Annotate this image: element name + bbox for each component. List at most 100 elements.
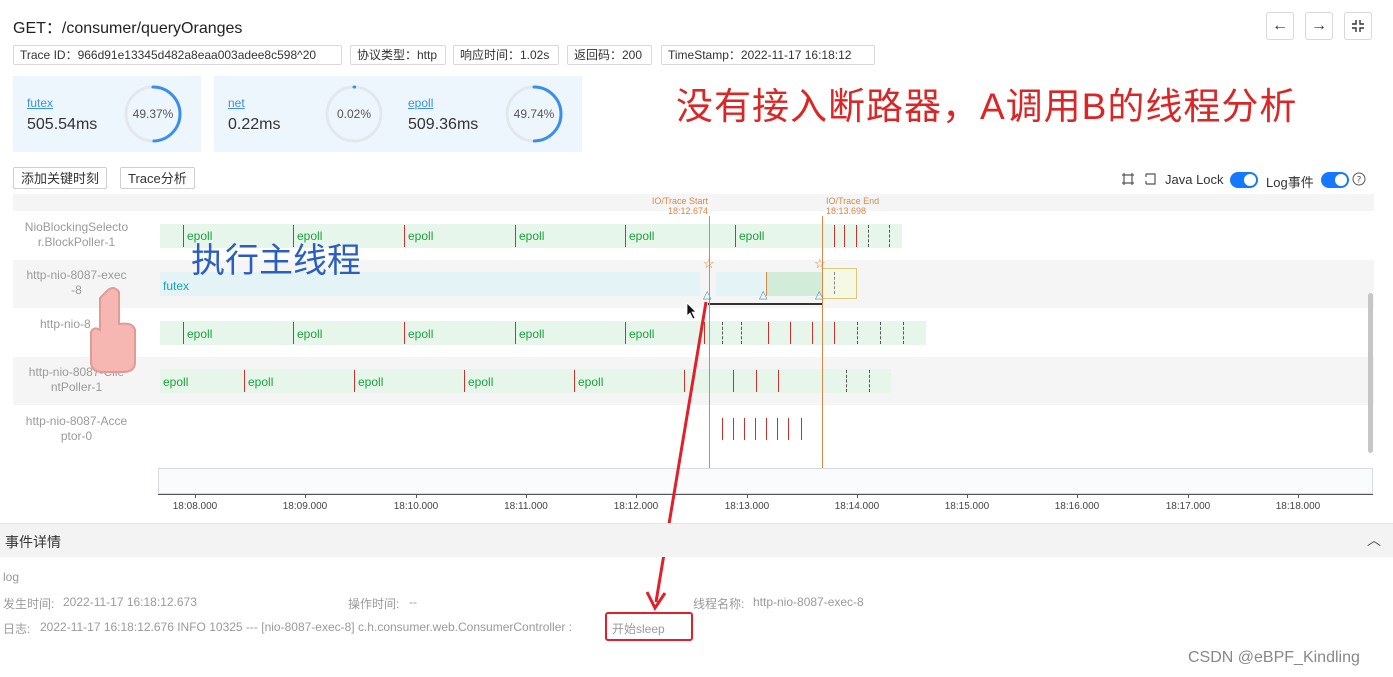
triangle-icon[interactable]: △ [759, 288, 767, 301]
trace-end-line [822, 216, 823, 493]
epoll-label: epoll [163, 375, 189, 389]
chevron-up-icon[interactable]: ︿ [1367, 530, 1381, 550]
event-tick [903, 322, 904, 344]
metric-value: 0.22ms [228, 116, 281, 133]
metric-label[interactable]: net [228, 96, 245, 110]
event-tick [574, 370, 575, 392]
metric-percent: 49.37% [132, 107, 174, 121]
axis-tick [967, 494, 968, 498]
log-event-box[interactable] [822, 268, 857, 299]
epoll-label: epoll [408, 229, 434, 243]
epoll-label: epoll [248, 375, 274, 389]
axis-tick-label: 18:14.000 [834, 501, 880, 512]
java-lock-toggle[interactable] [1230, 172, 1258, 188]
event-tick [464, 370, 465, 392]
event-tick [778, 370, 779, 392]
epoll-label: epoll [519, 229, 545, 243]
event-tick [515, 225, 516, 247]
red-arrow-annotation [645, 301, 708, 611]
event-tick [744, 418, 745, 440]
event-tick [722, 418, 723, 440]
event-tick [625, 225, 626, 247]
axis-tick-label: 18:08.000 [172, 501, 218, 512]
event-tick [869, 370, 870, 392]
forward-button[interactable]: → [1305, 12, 1333, 40]
axis-tick-label: 18:15.000 [944, 501, 990, 512]
event-tick [404, 225, 405, 247]
key-moment-span [708, 303, 822, 305]
event-tick [889, 225, 890, 247]
epoll-label: epoll [358, 375, 384, 389]
reset-view-icon[interactable] [1143, 172, 1157, 186]
epoll-label: epoll [468, 375, 494, 389]
compress-icon [1352, 20, 1364, 32]
axis-tick [747, 494, 748, 498]
event-tick [733, 370, 734, 392]
occur-time-label: 发生时间: [3, 597, 55, 611]
futex-label: futex [163, 279, 190, 293]
metric-percent: 49.74% [513, 107, 555, 121]
back-button[interactable]: ← [1266, 12, 1294, 40]
thread-name-label: 线程名称: [693, 597, 745, 611]
epoll-label: epoll [187, 327, 213, 341]
fit-view-icon[interactable] [1121, 172, 1135, 186]
axis-tick [857, 494, 858, 498]
event-tick [790, 322, 791, 344]
events-panel-header[interactable]: 事件详情 ︿ [0, 523, 1393, 557]
event-tick [834, 272, 835, 294]
metric-card-epoll: epoll 509.36ms 49.74% [394, 76, 582, 152]
axis-tick-label: 18:18.000 [1275, 501, 1321, 512]
op-time-label: 操作时间: [348, 597, 400, 611]
trace-start-marker: IO/Trace Start 18:12.674 [651, 196, 708, 216]
pointer-hand-icon [90, 287, 136, 373]
epoll-label: epoll [297, 327, 323, 341]
exit-fullscreen-button[interactable] [1344, 12, 1372, 40]
event-tick [735, 225, 736, 247]
metric-value: 505.54ms [27, 116, 98, 133]
timeline-scrollbar[interactable] [1368, 293, 1373, 453]
protocol-tag: 协议类型：http [350, 45, 446, 65]
metric-label[interactable]: epoll [408, 96, 433, 110]
epoll-label: epoll [739, 229, 765, 243]
axis-tick-label: 18:16.000 [1054, 501, 1100, 512]
axis-tick-label: 18:10.000 [393, 501, 439, 512]
thread-name: http-nio-8087-Acce ptor-0 [25, 414, 128, 443]
event-tick [515, 322, 516, 344]
return-code-tag: 返回码：200 [567, 45, 652, 65]
event-tick [846, 370, 847, 392]
metric-label[interactable]: futex [27, 96, 53, 110]
axis-tick-label: 18:11.000 [504, 501, 548, 512]
axis-tick-label: 18:09.000 [282, 501, 328, 512]
watermark: CSDN @eBPF_Kindling [1188, 649, 1360, 666]
thread-name: NioBlockingSelecto r.BlockPoller-1 [24, 220, 129, 249]
events-title: 事件详情 [5, 534, 61, 550]
run-segment[interactable] [766, 272, 822, 296]
trace-analysis-button[interactable]: Trace分析 [120, 167, 195, 189]
axis-tick [416, 494, 417, 498]
add-key-moment-button[interactable]: 添加关键时刻 [13, 167, 108, 189]
event-tick [733, 418, 734, 440]
event-tick [788, 418, 789, 440]
log-event-toggle[interactable] [1321, 172, 1349, 188]
epoll-label: epoll [578, 375, 604, 389]
axis-tick [1077, 494, 1078, 498]
epoll-label: epoll [519, 327, 545, 341]
help-icon[interactable]: ? [1352, 172, 1366, 186]
event-tick [857, 322, 858, 344]
event-tick [812, 322, 813, 344]
overlay-annotation: 执行主线程 [191, 242, 361, 280]
event-tick [183, 322, 184, 344]
star-icon[interactable]: ☆ [814, 256, 826, 272]
java-lock-label: Java Lock [1165, 172, 1224, 187]
axis-tick [195, 494, 196, 498]
event-tick [801, 418, 802, 440]
overview-brush[interactable] [158, 468, 1373, 494]
metric-card-net: net 0.22ms 0.02% [214, 76, 402, 152]
event-tick [834, 322, 835, 344]
metric-value: 509.36ms [408, 116, 479, 133]
op-time-value: -- [409, 595, 417, 609]
thread-name-value: http-nio-8087-exec-8 [753, 595, 864, 609]
event-tick [768, 322, 769, 344]
metric-card-futex: futex 505.54ms 49.37% [13, 76, 201, 152]
event-tick [244, 370, 245, 392]
